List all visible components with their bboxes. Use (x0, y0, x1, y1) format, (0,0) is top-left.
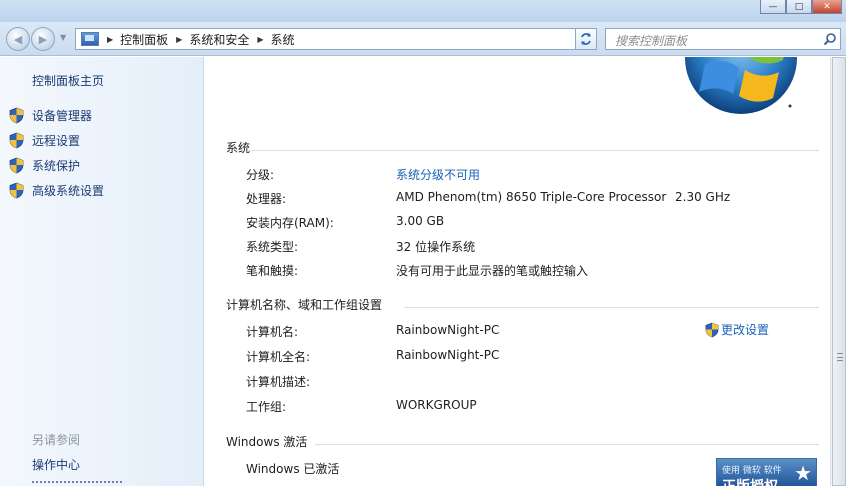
rating-link[interactable]: 系统分级不可用 (396, 166, 480, 183)
task-sidebar: 控制面板主页 设备管理器 远程设置 系统保护 高级系统设置 另请参阅 操作中心 (0, 57, 204, 486)
breadcrumb-control-panel[interactable]: 控制面板 (120, 31, 168, 48)
search-placeholder: 搜索控制面板 (615, 34, 688, 48)
processor-label: 处理器: (246, 192, 287, 206)
workgroup-label: 工作组: (246, 400, 287, 414)
computer-name-value: RainbowNight-PC (396, 323, 500, 337)
rating-label: 分级: (246, 168, 275, 182)
section-divider (315, 444, 819, 445)
forward-button[interactable]: ▶ (31, 27, 55, 51)
workgroup-value: WORKGROUP (396, 398, 477, 412)
search-input[interactable]: 搜索控制面板 (605, 28, 841, 50)
maximize-button[interactable]: □ (786, 0, 812, 14)
computer-name-section-heading: 计算机名称、域和工作组设置 (226, 298, 383, 312)
breadcrumb-system[interactable]: 系统 (271, 31, 295, 48)
star-icon: ★ (794, 461, 812, 485)
close-button[interactable]: ✕ (812, 0, 842, 14)
refresh-icon (581, 33, 591, 45)
sidebar-item-label: 系统保护 (32, 159, 81, 173)
pen-touch-label: 笔和触摸: (246, 264, 299, 278)
system-section-heading: 系统 (226, 141, 251, 155)
genuine-software-badge[interactable]: 使用 微软 软件 正版授权 ★ (716, 458, 817, 486)
search-icon[interactable] (823, 32, 837, 46)
ram-value: 3.00 GB (396, 214, 445, 228)
breadcrumb-arrow-icon[interactable]: ▶ (176, 35, 182, 44)
sidebar-item-system-protection[interactable]: 系统保护 (9, 157, 80, 174)
processor-speed-value: 2.30 GHz (675, 190, 731, 204)
minimize-button[interactable]: — (760, 0, 786, 14)
full-computer-name-value: RainbowNight-PC (396, 348, 500, 362)
navigation-bar: ◀ ▶ ▼ ▶ 控制面板 ▶ 系统和安全 ▶ 系统 ▼ 搜索控制面板 (0, 22, 846, 56)
activation-status: Windows 已激活 (246, 462, 340, 476)
window-controls: — □ ✕ (760, 0, 842, 14)
sidebar-item-advanced-settings[interactable]: 高级系统设置 (9, 182, 104, 199)
change-settings-link[interactable]: 更改设置 (705, 321, 769, 338)
control-panel-home-link[interactable]: 控制面板主页 (32, 72, 104, 89)
genuine-badge-top-text: 使用 微软 软件 (722, 466, 782, 476)
genuine-badge-bottom-text: 正版授权 (722, 476, 778, 486)
system-type-label: 系统类型: (246, 240, 299, 254)
full-computer-name-label: 计算机全名: (246, 350, 311, 364)
scrollbar-thumb[interactable] (832, 57, 846, 486)
breadcrumb-system-security[interactable]: 系统和安全 (189, 31, 249, 48)
refresh-button[interactable] (575, 28, 597, 50)
system-info-panel: 系统 分级: 系统分级不可用 处理器: AMD Phenom(tm) 8650 … (205, 57, 830, 486)
partially-visible-link[interactable] (32, 481, 122, 486)
scrollbar-grip-icon (837, 353, 843, 361)
processor-value: AMD Phenom(tm) 8650 Triple-Core Processo… (396, 190, 667, 204)
sidebar-item-label: 设备管理器 (32, 109, 93, 123)
shield-icon (9, 182, 24, 199)
shield-icon (9, 132, 24, 149)
activation-section-heading: Windows 激活 (226, 435, 308, 449)
windows-logo-icon (685, 57, 797, 114)
sidebar-item-remote-settings[interactable]: 远程设置 (9, 132, 80, 149)
shield-icon (9, 157, 24, 174)
back-button[interactable]: ◀ (6, 27, 30, 51)
section-divider (250, 150, 819, 151)
shield-icon (705, 322, 719, 337)
computer-description-label: 计算机描述: (246, 375, 311, 389)
pen-touch-value: 没有可用于此显示器的笔或触控输入 (396, 264, 589, 278)
change-settings-label: 更改设置 (721, 323, 770, 337)
computer-name-label: 计算机名: (246, 325, 299, 339)
recent-pages-dropdown-icon[interactable]: ▼ (60, 33, 66, 42)
sidebar-item-label: 远程设置 (32, 134, 81, 148)
address-bar[interactable]: ▶ 控制面板 ▶ 系统和安全 ▶ 系统 ▼ (75, 28, 597, 50)
title-bar: — □ ✕ (0, 0, 846, 22)
shield-icon (9, 107, 24, 124)
vertical-scrollbar[interactable] (830, 57, 846, 486)
breadcrumb-arrow-icon[interactable]: ▶ (257, 35, 263, 44)
sidebar-item-device-manager[interactable]: 设备管理器 (9, 107, 92, 124)
see-also-heading: 另请参阅 (32, 433, 81, 447)
breadcrumb-arrow-icon[interactable]: ▶ (107, 35, 113, 44)
system-type-value: 32 位操作系统 (396, 240, 476, 254)
ram-label: 安装内存(RAM): (246, 216, 334, 230)
action-center-link[interactable]: 操作中心 (32, 456, 80, 473)
sidebar-item-label: 高级系统设置 (32, 184, 105, 198)
section-divider (404, 307, 819, 308)
control-panel-icon (81, 32, 99, 46)
